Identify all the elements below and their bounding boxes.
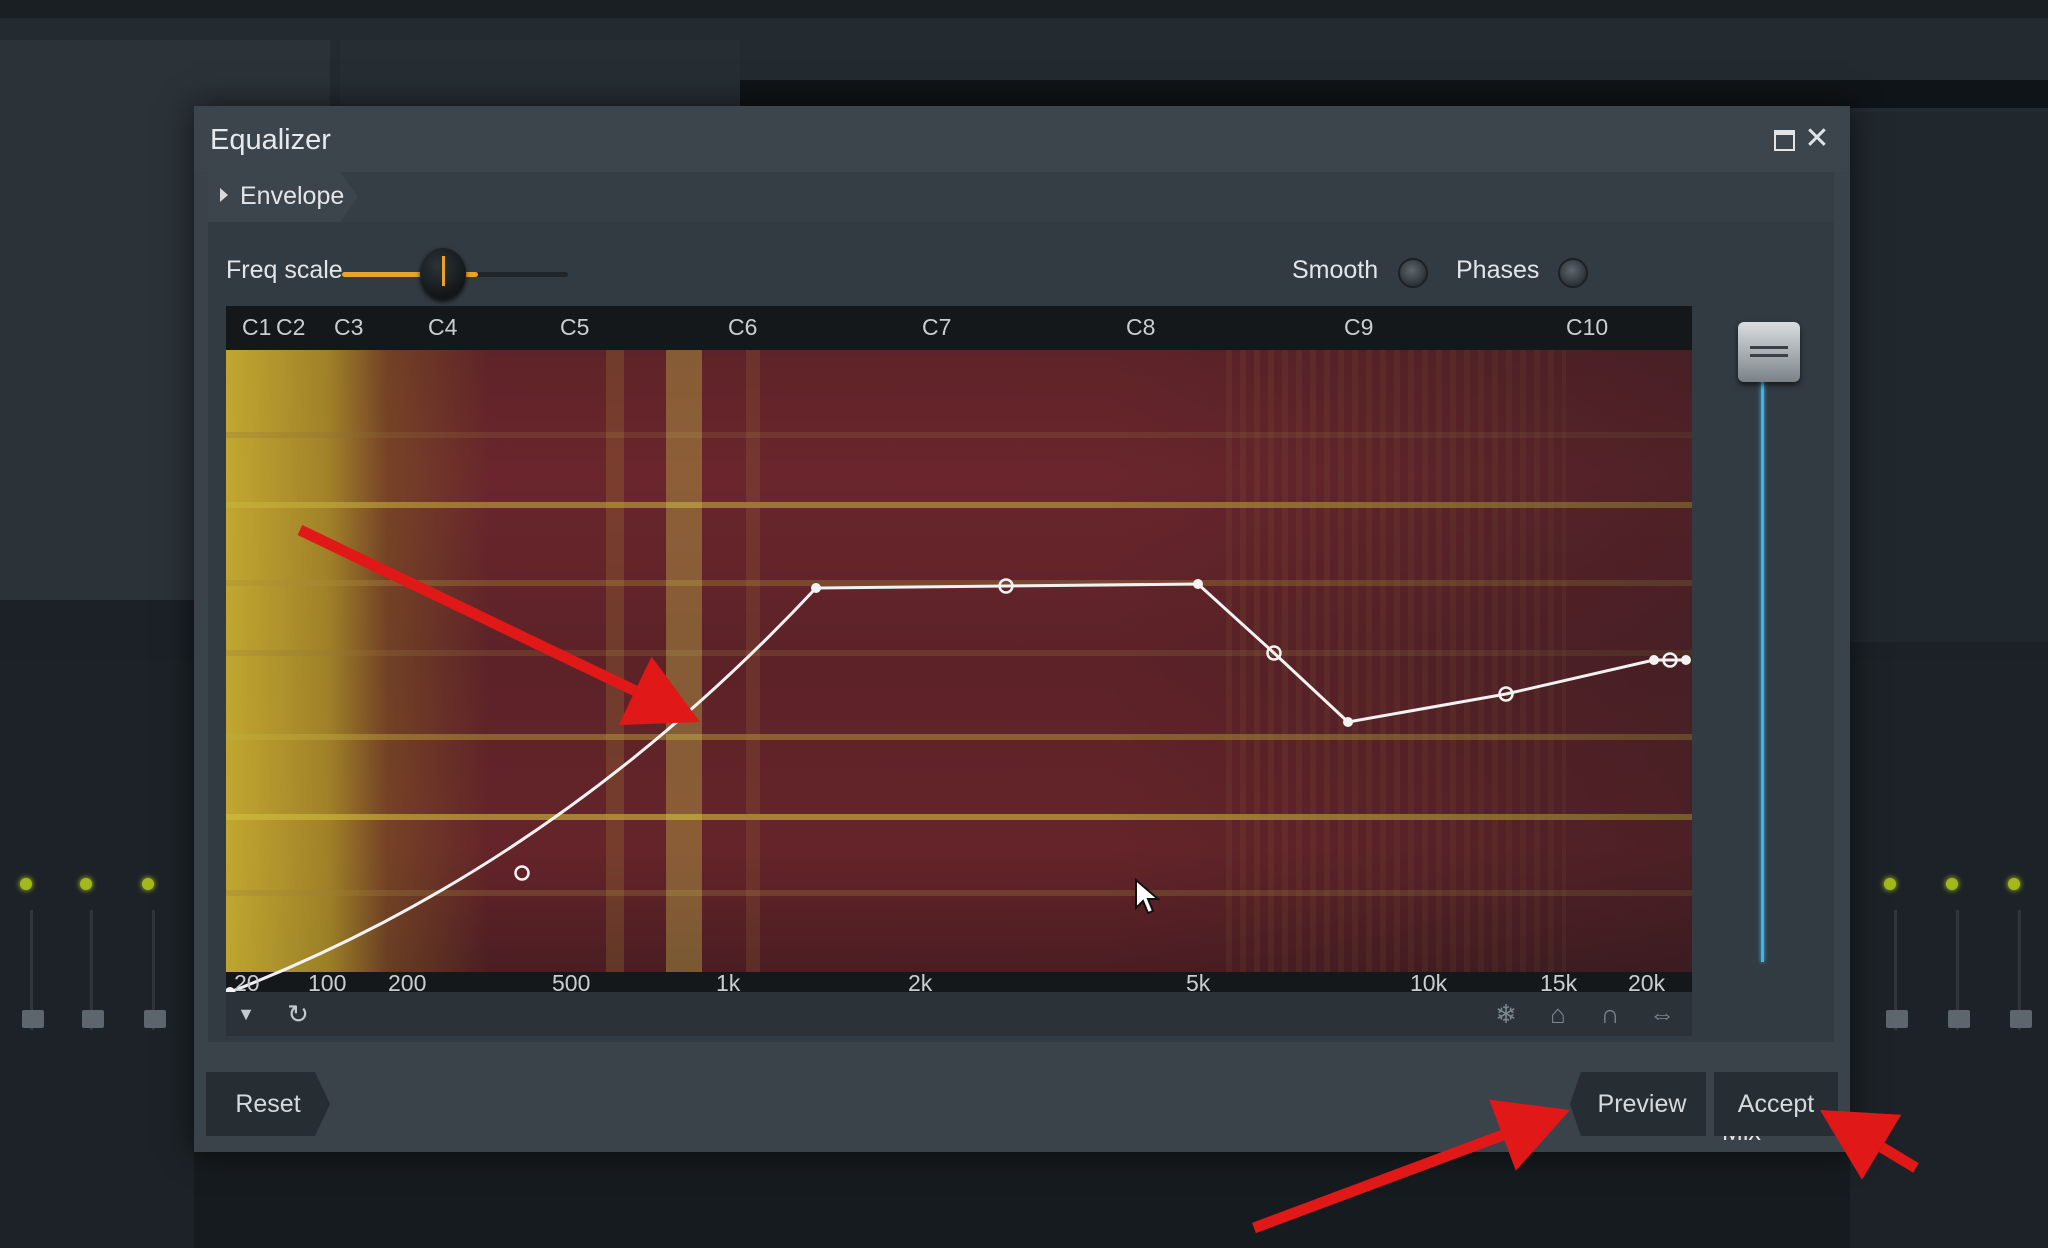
eq-graph[interactable]: C1 C2 C3 C4 C5 C6 C7 C8 C9 C10 20 100 20… (226, 306, 1692, 992)
freq-tick-label: 10k (1410, 970, 1448, 992)
mix-handle-groove (1750, 346, 1788, 349)
eq-band-node[interactable] (1343, 717, 1353, 727)
mixer-fader (1948, 1010, 1970, 1028)
eq-band-handle[interactable] (514, 865, 530, 881)
maximize-glyph (1774, 130, 1795, 151)
reset-button[interactable]: Reset (206, 1072, 330, 1136)
equalizer-body: Freq scale Smooth Phases C1 C2 C3 C4 C5 … (208, 222, 1834, 1146)
eq-band-node[interactable] (1193, 579, 1203, 589)
mix-handle-groove (1750, 354, 1788, 357)
freq-scale-knob[interactable] (420, 248, 466, 300)
maximize-icon[interactable] (1766, 122, 1800, 156)
mix-slider[interactable] (1738, 322, 1800, 962)
mixer-led (2008, 878, 2020, 890)
freq-tick-label: 5k (1186, 970, 1211, 992)
mixer-fader (82, 1010, 104, 1028)
chevron-down-icon[interactable]: ▼ (230, 998, 262, 1030)
freq-tick-label: 20k (1628, 970, 1666, 992)
freq-tick-label: 500 (552, 970, 591, 992)
mixer-led (80, 878, 92, 890)
freq-tick-label: 2k (908, 970, 933, 992)
background-timeline (740, 80, 2048, 108)
phases-label: Phases (1456, 256, 1540, 284)
envelope-toggle[interactable]: Envelope (208, 172, 358, 222)
envelope-label: Envelope (240, 182, 345, 210)
tag-icon[interactable]: ⌂ (1542, 998, 1574, 1030)
headphones-icon[interactable]: ∩ (1594, 998, 1626, 1030)
freq-scale-label: Freq scale (226, 256, 343, 284)
refresh-icon[interactable]: ↻ (282, 998, 314, 1030)
background-mixer-right (1850, 660, 2048, 1248)
freq-scale-knob-mark (442, 256, 445, 286)
freq-tick-label: 15k (1540, 970, 1578, 992)
eq-band-node[interactable] (811, 583, 821, 593)
mixer-fader (144, 1010, 166, 1028)
eq-curve[interactable] (226, 306, 1692, 992)
eq-band-node[interactable] (1681, 655, 1691, 665)
smooth-toggle[interactable] (1398, 258, 1428, 288)
mixer-led (1884, 878, 1896, 890)
title-bar[interactable]: Equalizer ✕ (194, 106, 1850, 172)
mixer-fader (22, 1010, 44, 1028)
accept-button[interactable]: Accept (1714, 1072, 1838, 1136)
mix-slider-track (1761, 362, 1764, 962)
mixer-led (142, 878, 154, 890)
eq-curve-lowcut (229, 586, 818, 992)
close-icon[interactable]: ✕ (1800, 122, 1834, 156)
mouse-cursor-icon (1135, 878, 1161, 915)
mixer-fader (2010, 1010, 2032, 1028)
smooth-label: Smooth (1292, 256, 1379, 284)
phases-toggle[interactable] (1558, 258, 1588, 288)
mixer-led (20, 878, 32, 890)
freq-tick-label: 20 (234, 970, 260, 992)
expand-arrow-icon (220, 188, 228, 202)
preview-button[interactable]: Preview (1570, 1072, 1706, 1136)
envelope-section: Envelope (208, 172, 1834, 222)
background-mixer-bottom (194, 1150, 1850, 1248)
background-right-panel (1850, 112, 2048, 642)
freq-tick-label: 200 (388, 970, 427, 992)
background-tool-panel (340, 40, 740, 112)
dialog-title: Equalizer (210, 124, 331, 156)
mixer-fader (1886, 1010, 1908, 1028)
background-mixer-left (0, 660, 194, 1248)
eq-band-node[interactable] (1649, 655, 1659, 665)
freq-tick-label: 100 (308, 970, 347, 992)
background-menubar (0, 0, 2048, 18)
freq-tick-label: 1k (716, 970, 741, 992)
eq-curve-bands (815, 582, 1686, 724)
graph-toolbar: ▼ ↻ ❄ ⌂ ∩ ⇔ (226, 992, 1692, 1036)
mixer-led (1946, 878, 1958, 890)
stretch-icon[interactable]: ⇔ (1646, 998, 1678, 1030)
snowflake-icon[interactable]: ❄ (1490, 998, 1522, 1030)
mix-slider-handle[interactable] (1738, 322, 1800, 382)
equalizer-dialog: Equalizer ✕ Envelope Freq scale Smooth P… (194, 106, 1850, 1152)
